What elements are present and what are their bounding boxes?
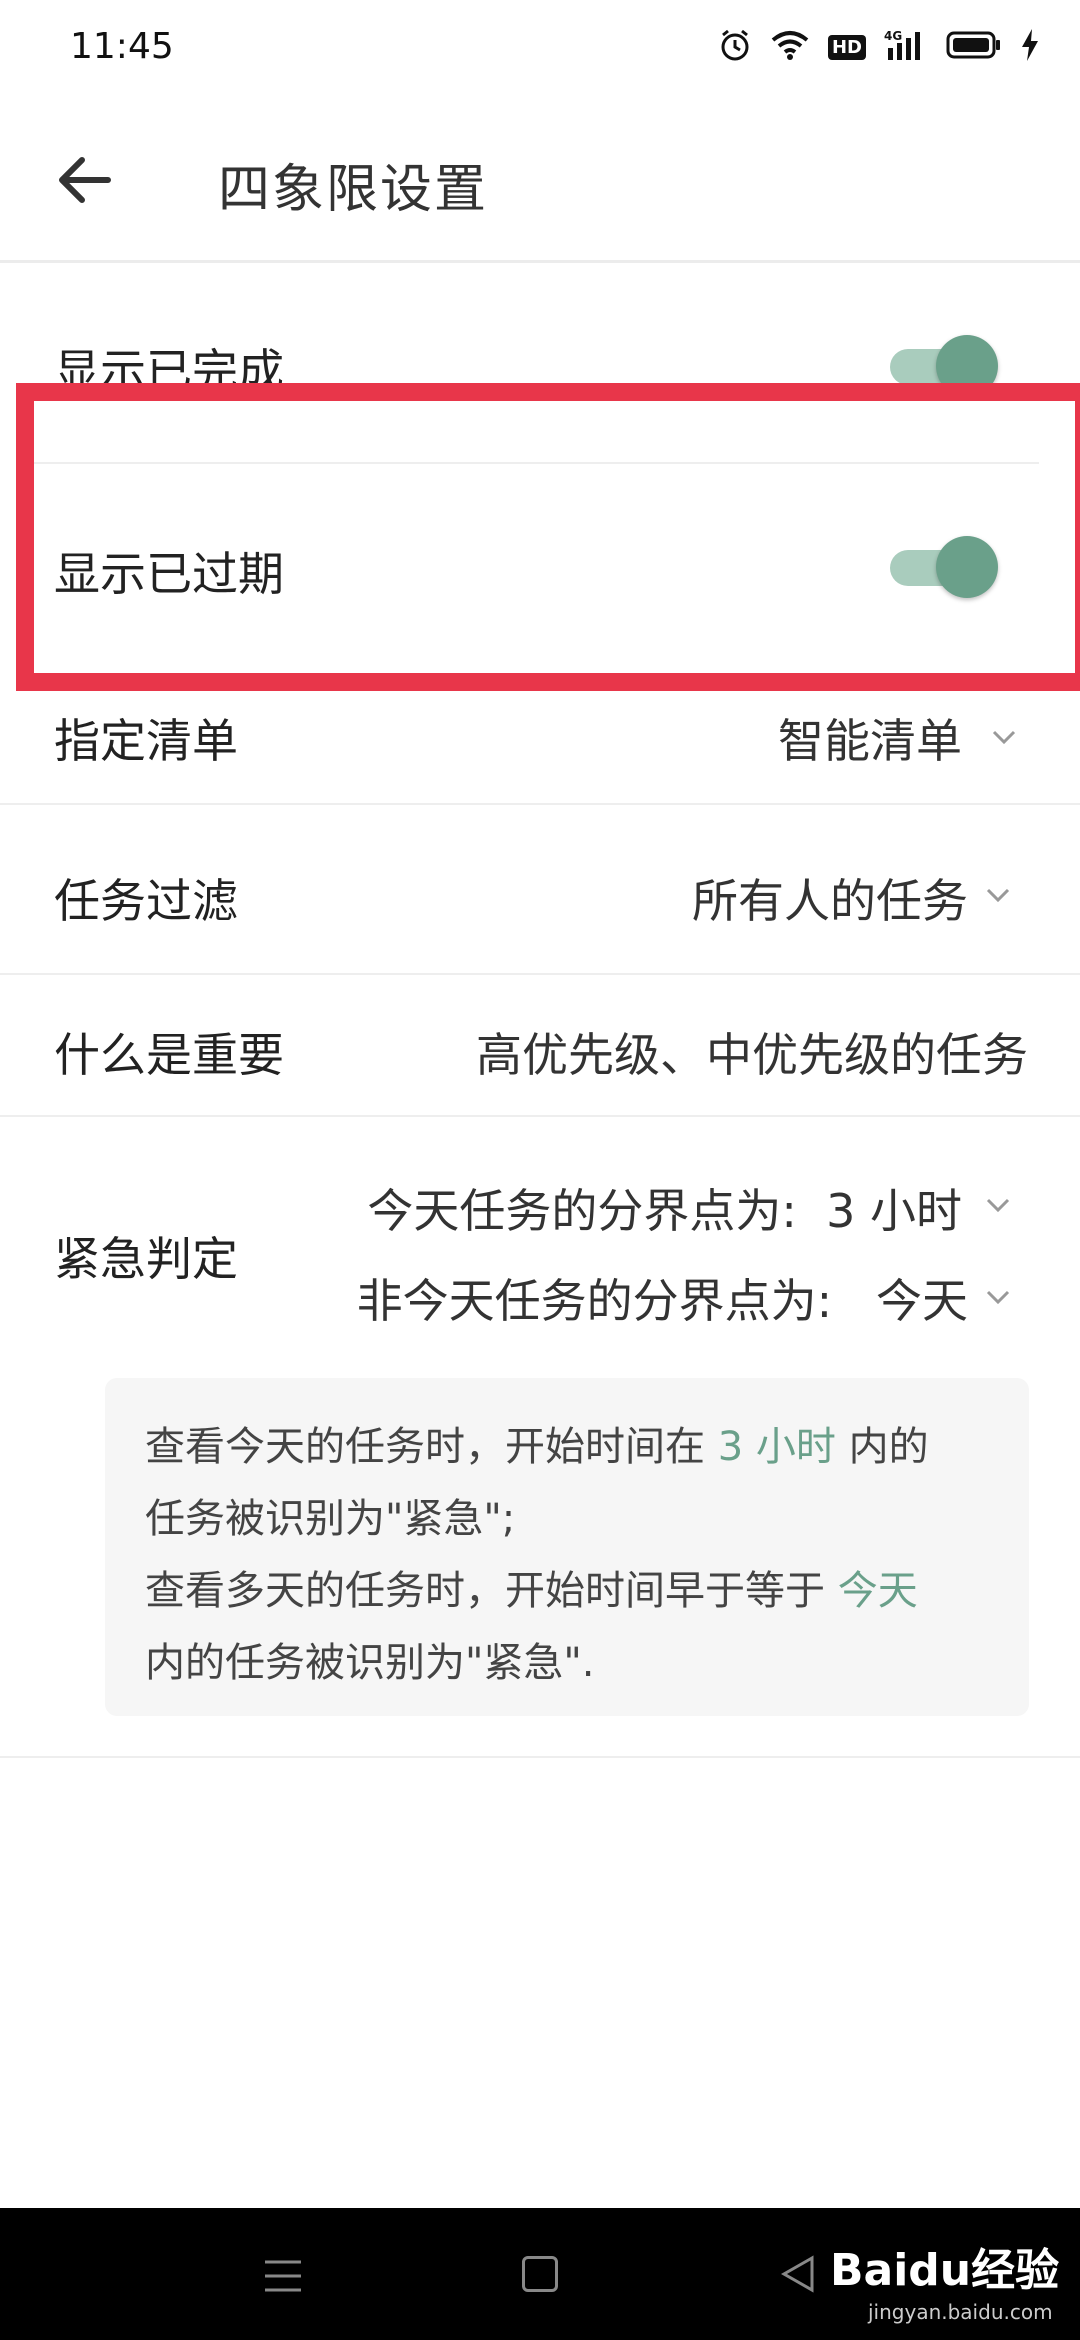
- today-cutoff-select[interactable]: 今天任务的分界点为: 3 小时: [367, 1175, 962, 1241]
- home-icon[interactable]: [522, 2256, 558, 2292]
- app-bar: 四象限设置: [0, 95, 1080, 263]
- hd-icon: HD: [827, 34, 866, 60]
- chevron-down-icon: [986, 1290, 1010, 1305]
- page-title: 四象限设置: [218, 160, 489, 220]
- info-text: 查看今天的任务时，开始时间在: [145, 1424, 718, 1470]
- status-bar: 11:45 HD 4G: [0, 0, 1080, 95]
- svg-text:4G: 4G: [884, 29, 902, 43]
- info-accent: 今天: [837, 1568, 918, 1614]
- assigned-list-value: 智能清单: [778, 714, 962, 768]
- chevron-down-icon: [992, 730, 1016, 745]
- wifi-icon: [770, 29, 810, 65]
- baidu-watermark-logo: Baidu经验: [830, 2245, 1060, 2296]
- setting-row-assigned-list[interactable]: 指定清单 智能清单: [0, 673, 1080, 803]
- info-text: 查看多天的任务时，开始时间早于等于: [145, 1568, 838, 1614]
- highlight-box: [16, 383, 1080, 691]
- task-filter-label: 任务过滤: [54, 874, 238, 928]
- back-triangle-icon[interactable]: [778, 2254, 818, 2294]
- status-icons: HD 4G: [718, 28, 1040, 66]
- non-today-cutoff-select[interactable]: 非今天任务的分界点为: 今天: [357, 1265, 968, 1331]
- chevron-down-icon: [986, 888, 1010, 903]
- charging-icon: [1020, 29, 1040, 65]
- info-line-1: 查看今天的任务时，开始时间在 3 小时 内的: [145, 1414, 929, 1472]
- info-line-2: 任务被识别为"紧急";: [145, 1496, 516, 1542]
- setting-row-task-filter[interactable]: 任务过滤 所有人的任务: [0, 805, 1080, 973]
- info-line-3: 查看多天的任务时，开始时间早于等于 今天: [145, 1558, 918, 1616]
- divider: [0, 1756, 1080, 1758]
- status-time: 11:45: [70, 26, 174, 67]
- info-accent: 3 小时: [717, 1424, 836, 1470]
- task-filter-value: 所有人的任务: [692, 874, 968, 928]
- info-line-4: 内的任务被识别为"紧急".: [145, 1640, 595, 1686]
- important-label: 什么是重要: [54, 1028, 284, 1082]
- watermark-url: jingyan.baidu.com: [868, 2300, 1053, 2324]
- important-value: 高优先级、中优先级的任务: [476, 1028, 1028, 1082]
- setting-row-urgency: 紧急判定 今天任务的分界点为: 3 小时 非今天任务的分界点为: 今天: [0, 1117, 1080, 1357]
- back-button[interactable]: [50, 145, 120, 215]
- setting-row-what-is-important[interactable]: 什么是重要 高优先级、中优先级的任务: [0, 975, 1080, 1115]
- urgency-info-box: 查看今天的任务时，开始时间在 3 小时 内的 任务被识别为"紧急"; 查看多天的…: [105, 1378, 1029, 1716]
- signal-4g-icon: 4G: [884, 28, 928, 66]
- info-text: 内的: [835, 1424, 929, 1470]
- system-nav-bar: Baidu经验 jingyan.baidu.com: [0, 2208, 1080, 2340]
- battery-icon: [946, 30, 1002, 64]
- chevron-down-icon: [986, 1198, 1010, 1213]
- alarm-icon: [718, 28, 752, 66]
- assigned-list-label: 指定清单: [54, 714, 238, 768]
- menu-icon[interactable]: [263, 2258, 303, 2294]
- urgency-label: 紧急判定: [54, 1232, 238, 1286]
- arrow-left-icon: [59, 157, 111, 203]
